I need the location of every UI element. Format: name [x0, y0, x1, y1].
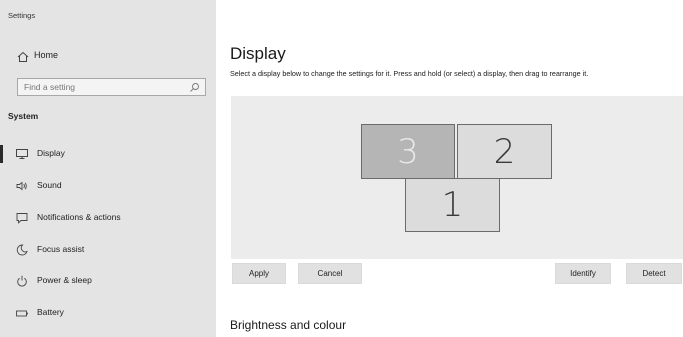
sidebar-item-battery[interactable]: Battery: [0, 302, 216, 324]
section-heading-brightness: Brightness and colour: [230, 318, 347, 332]
selection-indicator: [0, 145, 3, 163]
sidebar-item-power-sleep[interactable]: Power & sleep: [0, 270, 216, 292]
sidebar-item-label: Battery: [37, 307, 64, 317]
sidebar: Settings Home Find a setting System Disp…: [0, 0, 216, 337]
sidebar-item-focus-assist[interactable]: Focus assist: [0, 239, 216, 261]
detect-button[interactable]: Detect: [626, 263, 682, 284]
sidebar-item-display[interactable]: Display: [0, 143, 216, 165]
display-arrangement-area[interactable]: 3 2 1: [231, 96, 683, 259]
home-label: Home: [34, 50, 59, 60]
message-icon: [16, 213, 28, 224]
sidebar-item-label: Power & sleep: [37, 275, 92, 285]
sidebar-item-label: Display: [37, 148, 65, 158]
search-input[interactable]: Find a setting: [17, 78, 206, 96]
section-heading-system: System: [8, 111, 39, 121]
page-title: Display: [230, 44, 286, 63]
identify-button[interactable]: Identify: [555, 263, 611, 284]
home-link[interactable]: Home: [0, 46, 216, 68]
search-placeholder: Find a setting: [24, 82, 76, 92]
page-description: Select a display below to change the set…: [230, 69, 589, 78]
apply-button[interactable]: Apply: [232, 263, 286, 284]
main-content: Display Select a display below to change…: [216, 0, 683, 337]
moon-icon: [16, 244, 28, 256]
cancel-button[interactable]: Cancel: [298, 263, 362, 284]
sidebar-item-label: Notifications & actions: [37, 212, 121, 222]
monitor-icon: [16, 149, 28, 159]
monitor-3[interactable]: 3: [361, 124, 455, 179]
monitor-2[interactable]: 2: [457, 124, 552, 179]
sidebar-item-sound[interactable]: Sound: [0, 175, 216, 197]
sidebar-item-label: Sound: [37, 180, 62, 190]
sidebar-item-notifications[interactable]: Notifications & actions: [0, 207, 216, 229]
sidebar-item-label: Focus assist: [37, 244, 85, 254]
search-icon: [190, 83, 199, 92]
monitor-1[interactable]: 1: [405, 178, 500, 232]
power-icon: [17, 275, 27, 287]
home-icon: [17, 51, 29, 62]
window-title: Settings: [8, 11, 36, 20]
battery-icon: [16, 310, 28, 317]
speaker-icon: [16, 181, 27, 191]
